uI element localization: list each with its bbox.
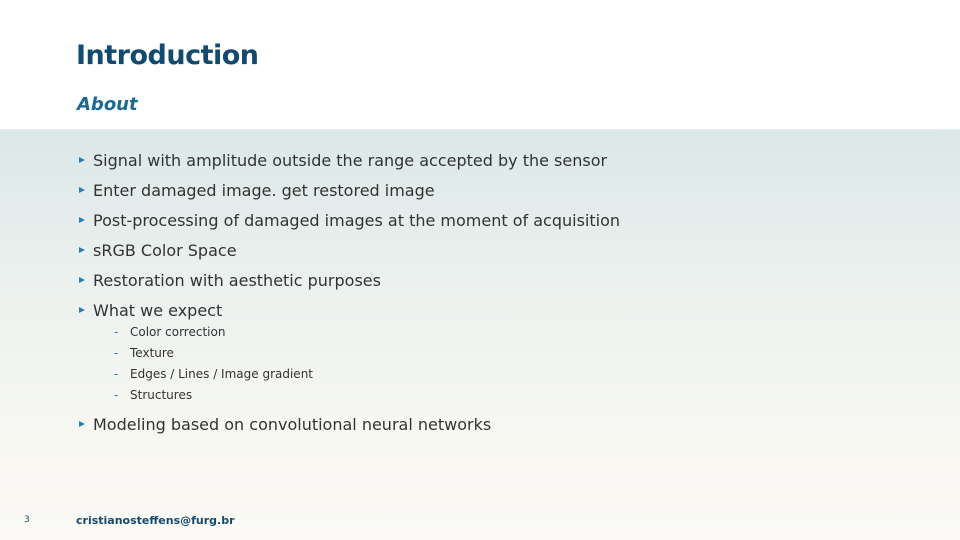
bullet-text: Restoration with aesthetic purposes [93,270,381,290]
sub-bullet-text: Edges / Lines / Image gradient [130,366,313,381]
triangle-right-icon [79,307,85,313]
triangle-right-icon [79,277,85,283]
bullet-text: What we expect [93,300,223,320]
bullet-text: Modeling based on convolutional neural n… [93,414,492,434]
triangle-right-icon [79,187,85,193]
sub-bullet-item: - Structures [114,384,919,405]
page-number: 3 [24,515,30,525]
bullet-text: Post-processing of damaged images at the… [93,210,621,230]
bullet-text: Enter damaged image. get restored image [93,180,435,200]
triangle-right-icon [79,217,85,223]
bullet-text: Signal with amplitude outside the range … [93,150,608,170]
sub-bullet-item: - Color correction [114,321,919,342]
bullet-item: Post-processing of damaged images at the… [79,205,919,235]
bullet-item: Modeling based on convolutional neural n… [79,409,919,439]
sub-bullet-text: Texture [130,345,174,360]
bullet-item: Enter damaged image. get restored image [79,175,919,205]
sub-bullet-text: Structures [130,387,193,402]
triangle-right-icon [79,247,85,253]
slide-title: Introduction [76,40,259,71]
footer-email: cristianosteffens@furg.br [76,514,235,527]
sub-bullet-item: - Edges / Lines / Image gradient [114,363,919,384]
bullet-item: sRGB Color Space [79,235,919,265]
bullet-text: sRGB Color Space [93,240,237,260]
slide-subtitle: About [77,94,138,115]
sub-bullet-item: - Texture [114,342,919,363]
triangle-right-icon [79,157,85,163]
slide: Introduction About Signal with amplitude… [0,0,960,540]
sub-bullet-text: Color correction [130,324,226,339]
dash-marker: - [114,366,119,381]
bullet-item: Signal with amplitude outside the range … [79,145,919,175]
dash-marker: - [114,324,119,339]
bullet-list: Signal with amplitude outside the range … [79,145,919,439]
triangle-right-icon [79,421,85,427]
dash-marker: - [114,345,119,360]
bullet-item: Restoration with aesthetic purposes [79,265,919,295]
sub-bullet-list: - Color correction - Texture - Edges / L… [114,321,919,405]
dash-marker: - [114,387,119,402]
